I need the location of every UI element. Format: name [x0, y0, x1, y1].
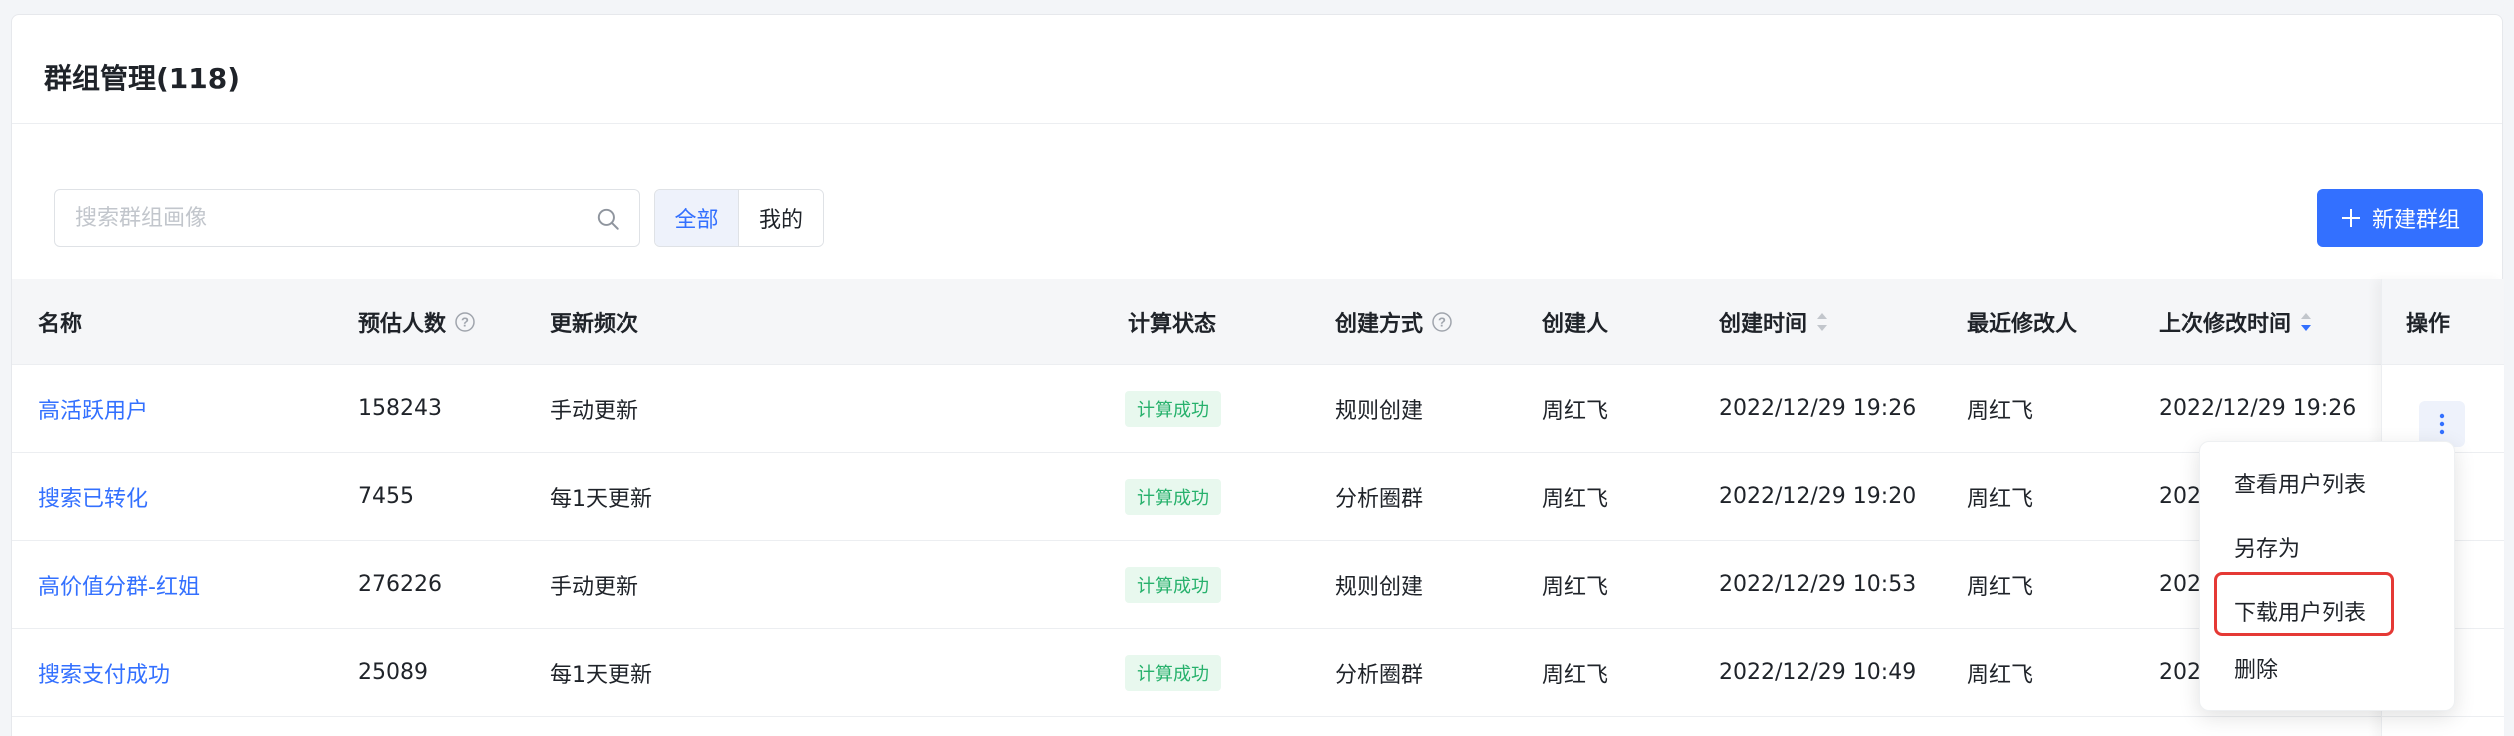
status-cell: 计算成功: [1125, 365, 1221, 452]
modified-at: 2022/12/29 19:26: [2159, 396, 2357, 421]
creator: 周红飞: [1542, 398, 1609, 424]
actions-dropdown-menu: 查看用户列表 另存为 下载用户列表 删除: [2199, 441, 2455, 711]
table-row: 高价值分群-红姐 276226 手动更新 计算成功 规则创建 周红飞 2022/…: [12, 541, 2502, 629]
svg-text:?: ?: [1438, 315, 1446, 330]
creator: 周红飞: [1542, 574, 1609, 600]
col-actions: 操作: [2382, 279, 2504, 365]
update-frequency: 手动更新: [550, 574, 639, 600]
col-frequency: 更新频次: [550, 312, 639, 337]
status-cell: 计算成功: [1125, 453, 1221, 540]
row-divider: [2382, 716, 2504, 717]
create-method: 规则创建: [1335, 398, 1424, 424]
table-header: 名称 预估人数 ? 更新频次 计算状态 创建方式 ? 创建人 创建时间 最近修改…: [12, 279, 2502, 365]
estimated-count: 276226: [358, 572, 442, 597]
col-modifier: 最近修改人: [1967, 312, 2078, 337]
table-row: 高活跃用户 158243 手动更新 计算成功 规则创建 周红飞 2022/12/…: [12, 365, 2502, 453]
created-at: 2022/12/29 19:20: [1719, 484, 1917, 509]
modified-at: 202: [2159, 572, 2201, 597]
search-box[interactable]: [54, 189, 640, 247]
modifier: 周红飞: [1967, 662, 2034, 688]
page-title: 群组管理(118): [44, 62, 241, 95]
status-badge: 计算成功: [1125, 654, 1221, 691]
status-cell: 计算成功: [1125, 629, 1221, 716]
help-icon[interactable]: ?: [454, 311, 476, 333]
col-status: 计算状态: [1128, 312, 1217, 337]
col-estimated: 预估人数 ?: [358, 279, 476, 365]
plus-icon: [2341, 209, 2360, 227]
created-at: 2022/12/29 10:49: [1719, 660, 1917, 685]
create-method: 规则创建: [1335, 574, 1424, 600]
creator: 周红飞: [1542, 662, 1609, 688]
create-method: 分析圈群: [1335, 662, 1424, 688]
table-row: 搜索已转化 7455 每1天更新 计算成功 分析圈群 周红飞 2022/12/2…: [12, 453, 2502, 541]
new-group-button[interactable]: 新建群组: [2317, 189, 2483, 247]
new-group-label: 新建群组: [2371, 208, 2460, 233]
status-badge: 计算成功: [1125, 566, 1221, 603]
status-badge: 计算成功: [1125, 478, 1221, 515]
menu-delete[interactable]: 删除: [2234, 652, 2278, 684]
group-name-link[interactable]: 搜索支付成功: [38, 629, 170, 716]
more-vertical-icon: [2439, 413, 2445, 435]
table-row: 搜索支付成功 25089 每1天更新 计算成功 分析圈群 周红飞 2022/12…: [12, 629, 2502, 717]
status-badge: 计算成功: [1125, 390, 1221, 427]
sort-icon[interactable]: [1815, 310, 1829, 334]
col-creator: 创建人: [1542, 312, 1609, 337]
estimated-count: 158243: [358, 396, 442, 421]
col-method: 创建方式 ?: [1335, 279, 1453, 365]
status-cell: 计算成功: [1125, 541, 1221, 628]
menu-download-user-list[interactable]: 下载用户列表: [2234, 595, 2366, 627]
modifier: 周红飞: [1967, 486, 2034, 512]
menu-view-user-list[interactable]: 查看用户列表: [2234, 467, 2366, 499]
filter-mine-tab[interactable]: 我的: [739, 190, 823, 246]
col-name: 名称: [38, 312, 83, 337]
estimated-count: 7455: [358, 484, 414, 509]
update-frequency: 手动更新: [550, 398, 639, 424]
group-name-link[interactable]: 搜索已转化: [38, 453, 148, 540]
svg-text:?: ?: [461, 315, 469, 330]
sort-icon[interactable]: [2299, 310, 2313, 334]
search-icon[interactable]: [595, 206, 621, 232]
created-at: 2022/12/29 10:53: [1719, 572, 1917, 597]
group-name-link[interactable]: 高活跃用户: [38, 365, 148, 452]
created-at: 2022/12/29 19:26: [1719, 396, 1917, 421]
col-modified-at[interactable]: 上次修改时间: [2159, 279, 2313, 365]
group-management-card: 群组管理(118) 全部 我的 新建群组 名称 预估人数 ? 更新频次: [11, 14, 2504, 736]
estimated-count: 25089: [358, 660, 428, 685]
menu-save-as[interactable]: 另存为: [2234, 531, 2300, 563]
creator: 周红飞: [1542, 486, 1609, 512]
help-icon[interactable]: ?: [1431, 311, 1453, 333]
update-frequency: 每1天更新: [550, 662, 652, 688]
group-name-link[interactable]: 高价值分群-红姐: [38, 541, 200, 628]
filter-segment: 全部 我的: [654, 189, 824, 247]
search-input[interactable]: [55, 190, 639, 246]
modified-at: 202: [2159, 484, 2201, 509]
title-divider: [12, 123, 2502, 124]
create-method: 分析圈群: [1335, 486, 1424, 512]
modifier: 周红飞: [1967, 574, 2034, 600]
modifier: 周红飞: [1967, 398, 2034, 424]
filter-all-tab[interactable]: 全部: [655, 190, 739, 246]
update-frequency: 每1天更新: [550, 486, 652, 512]
col-created-at[interactable]: 创建时间: [1719, 279, 1829, 365]
modified-at: 202: [2159, 660, 2201, 685]
